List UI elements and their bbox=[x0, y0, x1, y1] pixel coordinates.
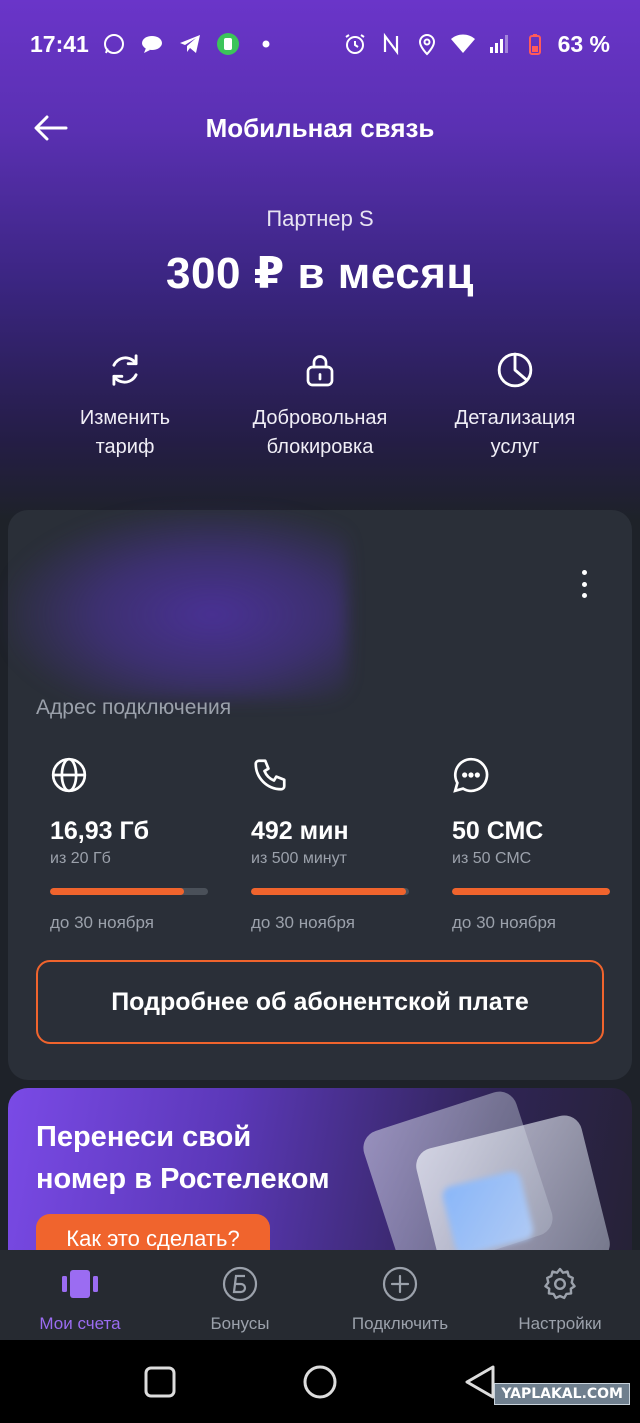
counter-until: до 30 ноября bbox=[452, 913, 556, 932]
internet-counter: 16,93 Гб из 20 Гб до 30 ноября bbox=[50, 756, 208, 933]
progress-fill bbox=[452, 888, 610, 895]
circle-icon bbox=[303, 1365, 337, 1399]
tariff-actions: Изменить тариф Добровольная блокировка Дет… bbox=[0, 348, 640, 462]
plus-circle-icon bbox=[380, 1264, 420, 1304]
progress-bar bbox=[50, 888, 208, 895]
signal-icon bbox=[486, 31, 512, 57]
settings-icon bbox=[540, 1264, 580, 1304]
app-icon bbox=[215, 31, 241, 57]
progress-fill bbox=[50, 888, 184, 895]
battery-icon bbox=[522, 31, 548, 57]
battery-percent: 63 % bbox=[557, 30, 610, 57]
service-details-button[interactable]: Детализация услуг bbox=[430, 348, 600, 462]
page-title: Мобильная связь bbox=[205, 112, 435, 143]
dot-icon bbox=[253, 31, 279, 57]
nfc-icon bbox=[378, 31, 404, 57]
subscription-details-button[interactable]: Подробнее об абонентской плате bbox=[36, 960, 604, 1044]
location-icon bbox=[414, 31, 440, 57]
tariff-price: 300 ₽ в месяц bbox=[166, 249, 474, 298]
recent-apps-button[interactable] bbox=[140, 1362, 180, 1402]
wifi-icon bbox=[450, 31, 476, 57]
whatsapp-icon bbox=[101, 31, 127, 57]
phone-icon bbox=[254, 759, 286, 791]
sms-counter: 50 СМС из 50 СМС до 30 ноября bbox=[452, 756, 610, 933]
nav-my-accounts[interactable]: Мои счета bbox=[0, 1250, 160, 1340]
promo-title-line1: Перенеси свой bbox=[36, 1121, 252, 1153]
telegram-icon bbox=[177, 31, 203, 57]
nav-settings[interactable]: Настройки bbox=[480, 1250, 640, 1340]
nav-bonuses[interactable]: Бонусы bbox=[160, 1250, 320, 1340]
back-button[interactable] bbox=[34, 110, 74, 146]
status-bar: 17:41 63 % bbox=[0, 0, 640, 88]
alarm-icon bbox=[342, 31, 368, 57]
counter-value: 492 мин bbox=[251, 817, 349, 845]
nav-label: Подключить bbox=[351, 1314, 449, 1333]
progress-bar bbox=[452, 888, 610, 895]
message-icon bbox=[453, 757, 489, 793]
action-label-line2: тариф bbox=[95, 436, 155, 458]
square-icon bbox=[144, 1366, 176, 1398]
nav-label: Настройки bbox=[518, 1314, 602, 1333]
action-label-line1: Добровольная bbox=[252, 407, 388, 429]
bottom-navigation: Мои счета Бонусы Подключить Настройки bbox=[0, 1250, 640, 1340]
counter-until: до 30 ноября bbox=[50, 913, 154, 932]
watermark-logo: YAPLAKAL.COM bbox=[494, 1383, 630, 1405]
globe-icon bbox=[51, 757, 87, 793]
status-time: 17:41 bbox=[30, 30, 89, 57]
arrow-left-icon bbox=[34, 115, 68, 141]
counter-total: из 500 минут bbox=[251, 850, 347, 867]
chat-icon bbox=[139, 31, 165, 57]
accounts-icon bbox=[60, 1264, 100, 1304]
action-label-line1: Детализация bbox=[454, 407, 576, 429]
address-label: Адрес подключения bbox=[36, 696, 232, 719]
counter-total: из 50 СМС bbox=[452, 850, 532, 867]
action-label-line2: услуг bbox=[490, 436, 540, 458]
change-tariff-button[interactable]: Изменить тариф bbox=[40, 348, 210, 462]
lock-icon bbox=[298, 348, 342, 392]
bonus-icon bbox=[220, 1264, 260, 1304]
promo-banner[interactable]: Перенеси свой номер в Ростелеком Как это… bbox=[8, 1088, 632, 1258]
progress-bar bbox=[251, 888, 409, 895]
progress-fill bbox=[251, 888, 407, 895]
nav-connect[interactable]: Подключить bbox=[320, 1250, 480, 1340]
usage-counters: 16,93 Гб из 20 Гб до 30 ноября 492 мин и… bbox=[50, 756, 610, 933]
tariff-card: Адрес подключения 16,93 Гб из 20 Гб до 3… bbox=[8, 510, 632, 1080]
triangle-back-icon bbox=[465, 1365, 495, 1399]
action-label-line1: Изменить bbox=[79, 407, 171, 429]
refresh-icon bbox=[103, 348, 147, 392]
action-label-line2: блокировка bbox=[266, 436, 374, 458]
more-options-icon[interactable] bbox=[574, 566, 594, 602]
home-button[interactable] bbox=[300, 1362, 340, 1402]
pie-chart-icon bbox=[493, 348, 537, 392]
promo-title: Перенеси свой номер в Ростелеком bbox=[36, 1116, 330, 1200]
app-header: Мобильная связь bbox=[0, 100, 640, 156]
promo-title-line2: номер в Ростелеком bbox=[36, 1163, 330, 1195]
counter-value: 16,93 Гб bbox=[50, 817, 150, 845]
tariff-name: Партнер S bbox=[266, 206, 374, 231]
counter-total: из 20 Гб bbox=[50, 850, 111, 867]
nav-label: Мои счета bbox=[39, 1314, 121, 1333]
redacted-area bbox=[8, 510, 348, 700]
voluntary-block-button[interactable]: Добровольная блокировка bbox=[235, 348, 405, 462]
counter-until: до 30 ноября bbox=[251, 913, 355, 932]
nav-label: Бонусы bbox=[210, 1314, 270, 1333]
system-navigation-bar: YAPLAKAL.COM bbox=[0, 1340, 640, 1423]
minutes-counter: 492 мин из 500 минут до 30 ноября bbox=[251, 756, 409, 933]
counter-value: 50 СМС bbox=[452, 817, 544, 845]
